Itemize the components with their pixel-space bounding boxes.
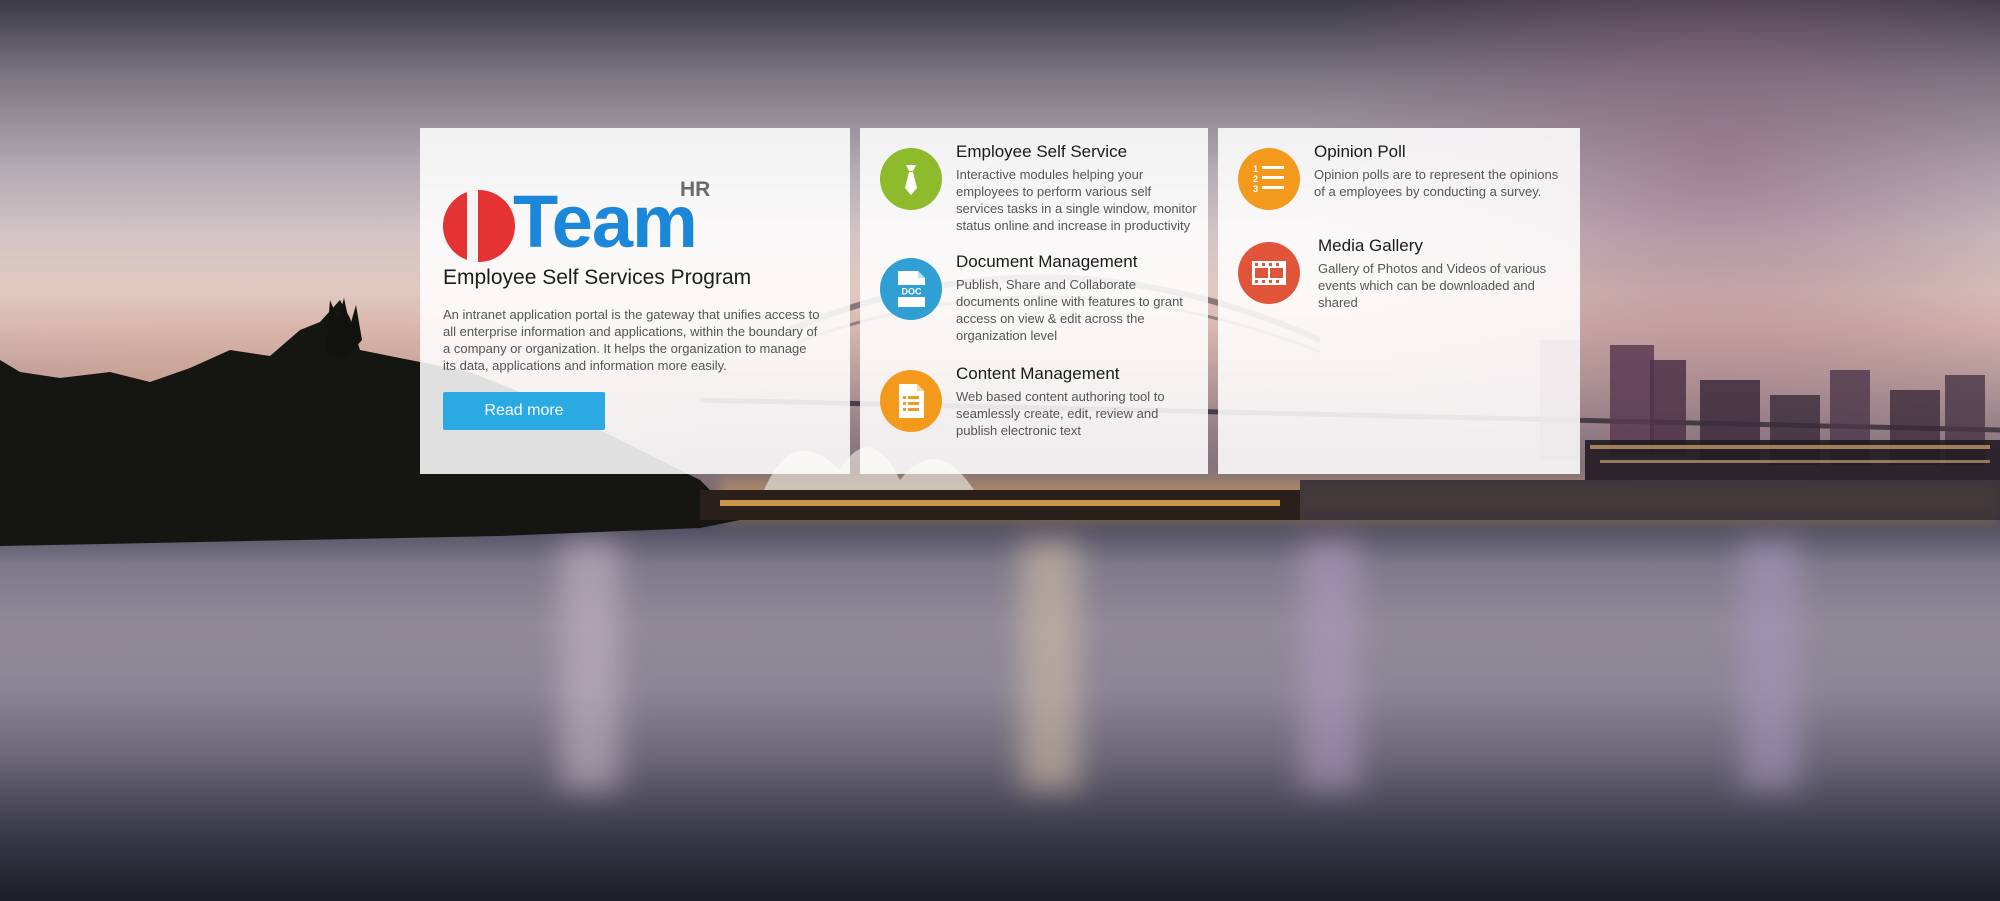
feature-content-management[interactable]: Content Management Web based content aut…	[880, 364, 1200, 450]
read-more-button[interactable]: Read more	[443, 392, 605, 430]
feature-document-management[interactable]: DOC Document Management Publish, Share a…	[880, 252, 1200, 343]
iteam-hr-logo: Team HR	[443, 178, 710, 262]
feature-title: Document Management	[956, 252, 1138, 271]
film-icon	[1238, 242, 1300, 304]
feature-opinion-poll[interactable]: 1 2 3 Opinion Poll Opinion polls are to …	[1238, 142, 1568, 228]
svg-text:3: 3	[1253, 184, 1258, 194]
svg-text:1: 1	[1253, 164, 1258, 174]
feature-media-gallery[interactable]: Media Gallery Gallery of Photos and Vide…	[1238, 236, 1568, 322]
feature-title: Media Gallery	[1318, 236, 1423, 255]
tie-icon	[880, 148, 942, 210]
doc-icon-label: DOC	[902, 287, 923, 297]
intro-card: Team HR Employee Self Services Program A…	[420, 128, 850, 474]
page-title: Employee Self Services Program	[443, 266, 752, 289]
logo-i-mark	[443, 190, 515, 262]
feature-title: Opinion Poll	[1314, 142, 1406, 161]
intro-description: An intranet application portal is the ga…	[443, 307, 820, 373]
logo-wordmark: Team	[513, 180, 698, 263]
logo-superscript: HR	[680, 178, 711, 201]
feature-employee-self-service[interactable]: Employee Self Service Interactive module…	[880, 142, 1200, 233]
feature-title: Content Management	[956, 364, 1120, 383]
feature-description: Web based content authoring tool to seam…	[956, 389, 1165, 438]
feature-description: Opinion polls are to represent the opini…	[1314, 167, 1559, 199]
feature-description: Gallery of Photos and Videos of various …	[1318, 261, 1547, 310]
feature-title: Employee Self Service	[956, 142, 1128, 161]
features-card-left: Employee Self Service Interactive module…	[860, 128, 1208, 474]
features-card-right: 1 2 3 Opinion Poll Opinion polls are to …	[1218, 128, 1580, 474]
svg-text:2: 2	[1253, 174, 1258, 184]
feature-description: Publish, Share and Collaborate documents…	[956, 277, 1183, 343]
document-list-icon	[880, 370, 942, 432]
numbered-list-icon: 1 2 3	[1238, 148, 1300, 210]
doc-file-icon: DOC	[880, 258, 942, 320]
feature-description: Interactive modules helping your employe…	[956, 167, 1197, 233]
